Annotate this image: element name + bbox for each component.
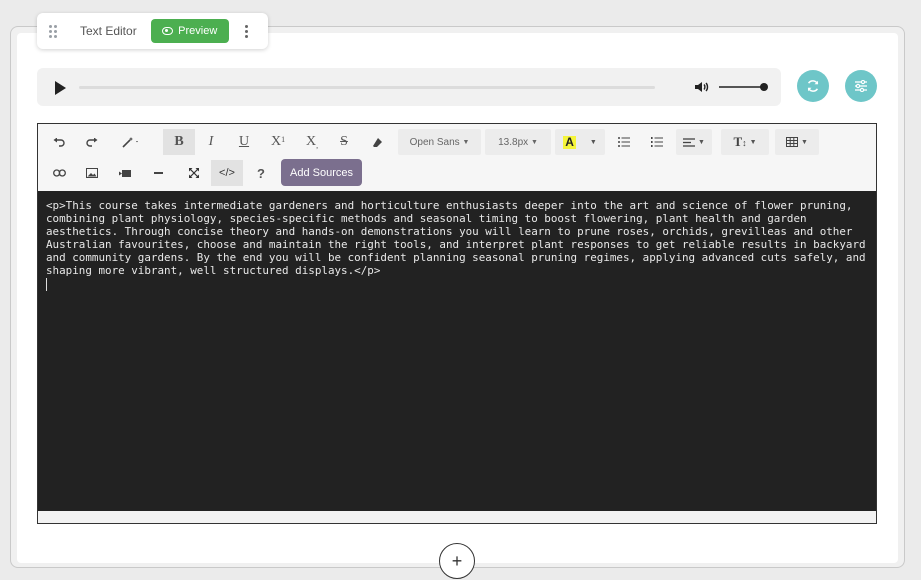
font-size-value: 13.8px (498, 136, 529, 148)
highlight-icon: A (563, 134, 576, 149)
plus-icon: + (451, 550, 463, 571)
volume-slider-handle[interactable] (760, 83, 768, 91)
volume-slider[interactable] (719, 86, 765, 88)
table-icon (786, 137, 799, 147)
settings-sliders-button[interactable] (845, 70, 877, 102)
refresh-button[interactable] (797, 70, 829, 102)
audio-player (37, 68, 781, 106)
volume-icon[interactable] (694, 80, 710, 94)
table-dropdown[interactable]: ▼ (775, 129, 819, 155)
chevron-down-icon: ▼ (749, 138, 757, 146)
chevron-down-icon: ▼ (589, 138, 597, 146)
insert-video-button[interactable] (112, 160, 138, 186)
editor-status-bar (38, 511, 876, 523)
numbered-list-icon (651, 137, 663, 147)
underline-button[interactable]: U (231, 129, 257, 155)
font-family-dropdown[interactable]: Open Sans ▼ (398, 129, 481, 155)
redo-button[interactable] (79, 129, 105, 155)
sliders-icon (855, 80, 867, 92)
eraser-icon (372, 137, 382, 147)
html-code-editor[interactable]: <p>This course takes intermediate garden… (38, 191, 876, 511)
align-left-icon (683, 137, 696, 147)
horizontal-line-icon (153, 172, 163, 174)
paragraph-format-dropdown[interactable]: T↕ ▼ (721, 129, 769, 155)
subscript-label: X (305, 134, 317, 149)
strikethrough-button[interactable]: S (331, 129, 357, 155)
chevron-down-icon: ▼ (801, 138, 808, 146)
audio-progress-bar[interactable] (79, 86, 655, 89)
add-block-button[interactable]: + (439, 543, 475, 579)
italic-button[interactable]: I (198, 129, 224, 155)
play-icon[interactable] (55, 81, 66, 95)
help-button[interactable]: ? (248, 160, 274, 186)
code-text: <p>This course takes intermediate garden… (46, 199, 873, 277)
font-size-dropdown[interactable]: 13.8px ▼ (485, 129, 551, 155)
insert-image-button[interactable] (79, 160, 105, 186)
code-view-button[interactable]: </> (211, 160, 243, 186)
bold-button[interactable]: B (163, 129, 195, 155)
bullet-list-button[interactable] (611, 129, 637, 155)
superscript-button[interactable]: X1 (265, 129, 291, 155)
magic-wand-icon (122, 137, 138, 148)
font-family-value: Open Sans (409, 136, 460, 148)
bullet-list-icon (618, 137, 630, 147)
add-sources-button[interactable]: Add Sources (281, 159, 362, 186)
refresh-icon (807, 80, 819, 92)
superscript-label: X (270, 134, 282, 149)
chevron-down-icon: ▼ (698, 138, 705, 146)
eye-icon (162, 27, 174, 35)
numbered-list-button[interactable] (644, 129, 670, 155)
image-icon (86, 168, 98, 178)
widget-title: Text Editor (80, 24, 137, 38)
insert-link-button[interactable] (46, 160, 72, 186)
subscript-mark: , (316, 140, 319, 150)
magic-format-button[interactable] (114, 129, 148, 155)
horizontal-line-button[interactable] (145, 160, 171, 186)
redo-icon (86, 137, 98, 147)
superscript-mark: 1 (281, 134, 286, 144)
undo-icon (53, 137, 65, 147)
editor-toolbar: B I U X1 X, S Open Sans ▼ 13.8px ▼ A ▼ ▼… (38, 124, 876, 190)
text-size-icon: T↕ (733, 134, 747, 149)
highlight-color-dropdown[interactable]: A ▼ (555, 129, 605, 155)
video-icon (119, 169, 131, 177)
more-options-icon[interactable] (244, 24, 248, 38)
widget-header: Text Editor Preview (37, 13, 268, 49)
drag-handle-icon[interactable] (49, 24, 59, 38)
subscript-button[interactable]: X, (299, 129, 325, 155)
text-cursor (46, 278, 47, 291)
preview-button[interactable]: Preview (150, 19, 229, 43)
rich-text-editor: B I U X1 X, S Open Sans ▼ 13.8px ▼ A ▼ ▼… (37, 123, 877, 524)
fullscreen-button[interactable] (179, 160, 209, 186)
link-icon (52, 169, 66, 177)
undo-button[interactable] (46, 129, 72, 155)
preview-label: Preview (178, 25, 218, 37)
align-dropdown[interactable]: ▼ (676, 129, 712, 155)
expand-icon (189, 168, 199, 178)
clear-format-button[interactable] (364, 129, 390, 155)
